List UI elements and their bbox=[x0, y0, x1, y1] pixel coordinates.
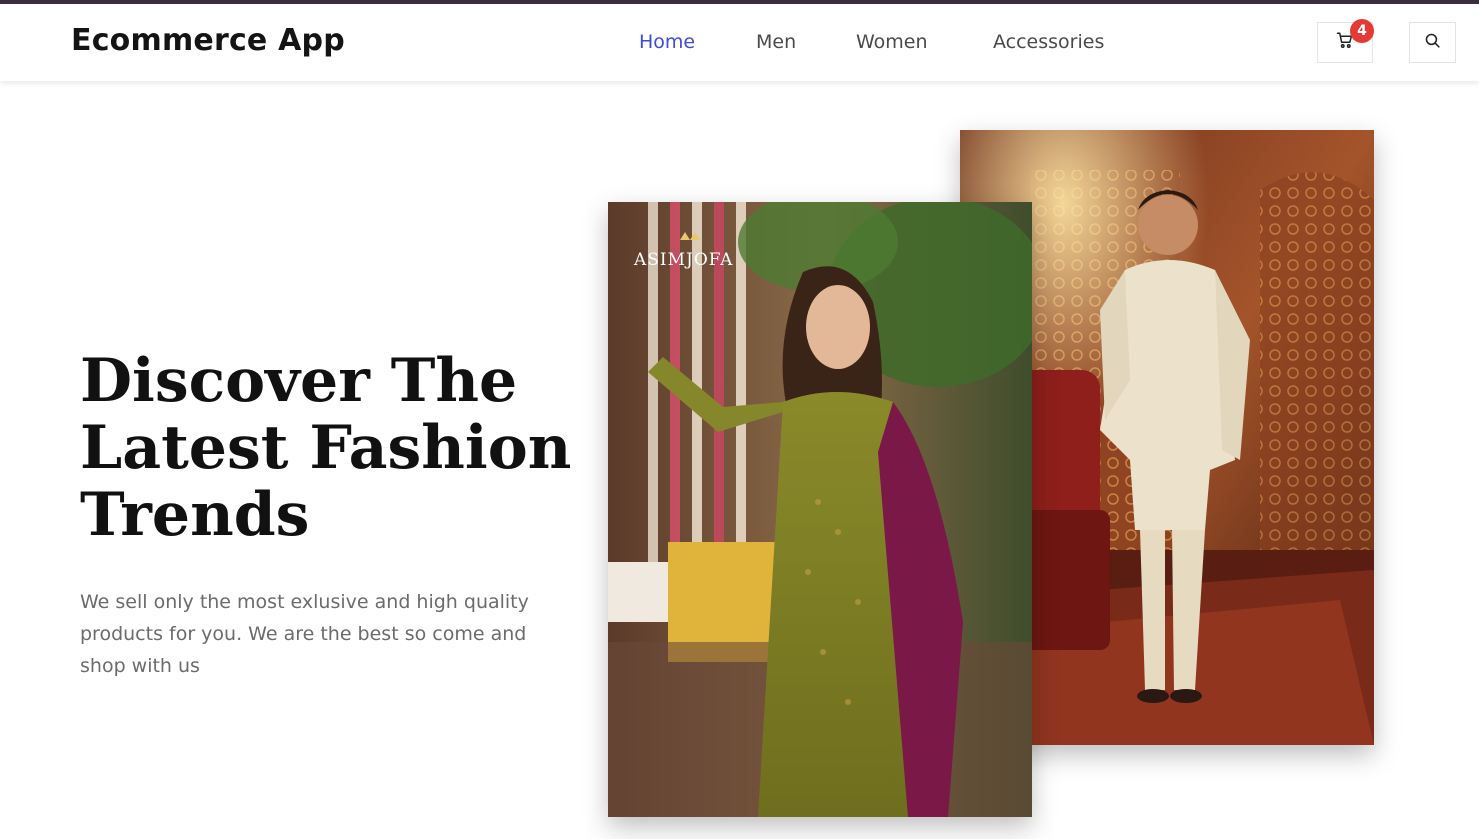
cart-count-badge: 4 bbox=[1350, 19, 1374, 43]
hero-title-line: Latest Fashion bbox=[80, 413, 572, 483]
hero-title-line: Discover The bbox=[80, 346, 518, 416]
hero-title-line: Trends bbox=[80, 480, 310, 550]
site-header: Ecommerce App Home Men Women Accessories… bbox=[0, 4, 1479, 81]
search-button[interactable] bbox=[1409, 22, 1456, 63]
brand-watermark-text: ASIMJOFA bbox=[634, 250, 734, 270]
nav-link-accessories[interactable]: Accessories bbox=[993, 31, 1104, 53]
nav-link-men[interactable]: Men bbox=[756, 31, 796, 53]
nav-link-women[interactable]: Women bbox=[856, 31, 928, 53]
women-fashion-image: ASIMJOFA bbox=[608, 202, 1032, 817]
nav-link-home[interactable]: Home bbox=[639, 31, 695, 53]
hero-description: We sell only the most exlusive and high … bbox=[80, 591, 529, 677]
brand-logo-text[interactable]: Ecommerce App bbox=[71, 23, 345, 58]
hero-title: Discover The Latest Fashion Trends bbox=[80, 348, 580, 549]
search-icon bbox=[1424, 32, 1441, 54]
